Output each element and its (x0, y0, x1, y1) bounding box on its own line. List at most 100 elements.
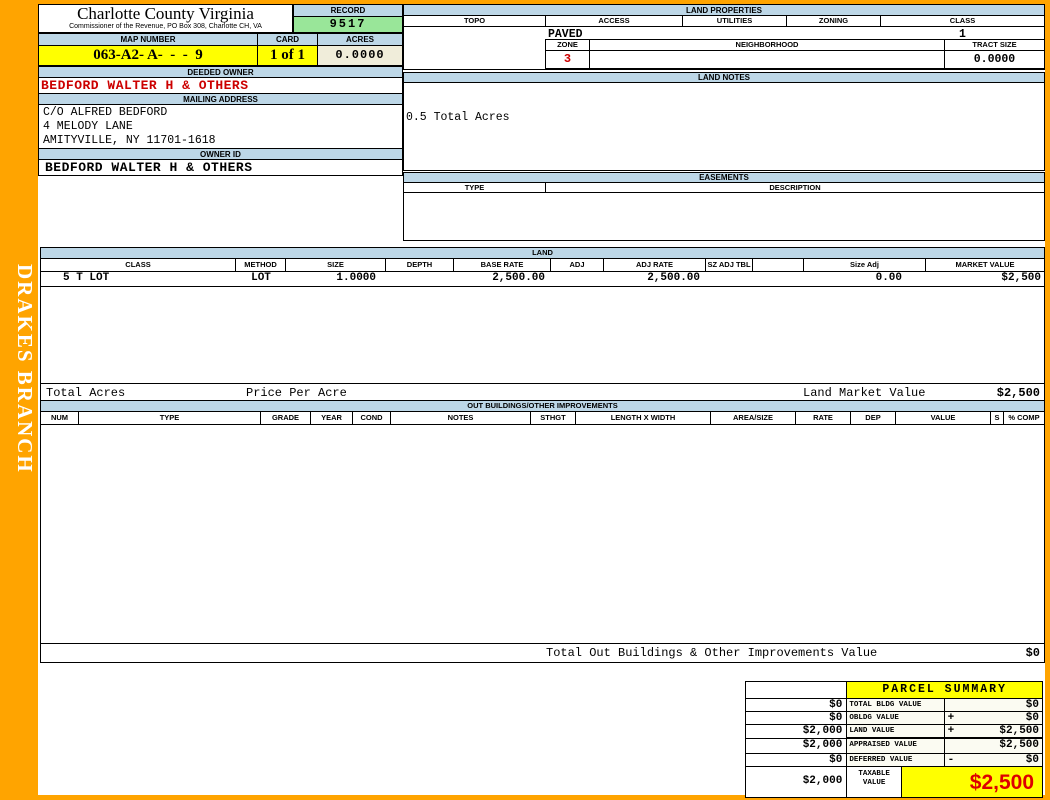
utilities-column-header: UTILITIES (683, 16, 787, 26)
tract-size-value: 0.0000 (945, 50, 1045, 69)
class-column-header: CLASS (949, 16, 976, 25)
owner-id-value: BEDFORD WALTER H & OTHERS (38, 159, 403, 176)
op: - (947, 754, 955, 766)
land-row-size-adj: 0.00 (875, 272, 902, 284)
land-row-sz-adj-tbl (706, 272, 753, 286)
out-buildings-totals-row: Total Out Buildings & Other Improvements… (41, 643, 1044, 662)
taxable-value-label: TAXABLE VALUE (847, 767, 902, 797)
land-row-base-rate: 2,500.00 (492, 272, 545, 284)
land-row-class: 5 T LOT (63, 272, 110, 284)
ob-col-grade: GRADE (261, 412, 311, 424)
deferred-value-label: DEFERRED VALUE (847, 754, 945, 767)
land-notes-box: 0.5 Total Acres (403, 82, 1045, 171)
neighborhood-value: 80ADrakes Branch (590, 50, 945, 69)
easement-description-column-header: DESCRIPTION (769, 183, 821, 192)
land-row-adj (551, 272, 604, 286)
op: + (947, 712, 955, 724)
ob-col-sthgt: STHGT (531, 412, 576, 424)
property-record-card: { "colors": { "accent_orange": "#FFA400"… (0, 0, 1050, 800)
address-line: AMITYVILLE, NY 11701-1618 (43, 134, 216, 147)
summary-header-blank-cell (746, 682, 848, 699)
total-bldg-value: $0 (1025, 699, 1039, 711)
ob-col-num: NUM (41, 412, 79, 424)
prev-total-bldg-value: $0 (746, 699, 848, 712)
land-col-adj-rate: ADJ RATE (604, 259, 706, 271)
land-col-depth: DEPTH (386, 259, 454, 271)
ob-col-cond: COND (353, 412, 391, 424)
prev-taxable-value: $2,000 (746, 767, 848, 797)
ob-col-notes: NOTES (391, 412, 531, 424)
address-line: 4 MELODY LANE (43, 120, 133, 133)
land-row-size: 1.0000 (336, 272, 376, 284)
zone-value: 3 (545, 50, 590, 69)
land-row-method: LOT (251, 272, 271, 284)
appraised-value-label: APPRAISED VALUE (847, 739, 945, 754)
zone-subtable: ZONE NEIGHBORHOOD TRACT SIZE 3 80ADrakes… (545, 39, 1045, 70)
land-col-method: METHOD (236, 259, 286, 271)
summary-row-total-bldg: $0 TOTAL BLDG VALUE $0 (746, 699, 1042, 712)
land-col-blank (753, 259, 804, 271)
land-row-depth (386, 272, 454, 286)
land-header-row: CLASS METHOD SIZE DEPTH BASE RATE ADJ AD… (41, 259, 1044, 272)
ob-col-s-value: VALUE (896, 412, 991, 424)
ob-col-pct-comp: % COMP (1008, 413, 1040, 422)
out-buildings-empty-area (41, 425, 1044, 643)
record-card-page: Charlotte County Virginia Commissioner o… (38, 4, 1045, 798)
out-buildings-total-label: Total Out Buildings & Other Improvements… (546, 646, 878, 660)
land-empty-area (41, 287, 1044, 383)
land-col-class: CLASS (41, 259, 236, 271)
county-title: Charlotte County Virginia (77, 4, 254, 23)
summary-row-appraised: $2,000 APPRAISED VALUE $2,500 (746, 739, 1042, 754)
land-market-value-total: $2,500 (996, 386, 1040, 400)
zoning-column-header: ZONING (787, 16, 881, 26)
easements-box (403, 192, 1045, 241)
prev-deferred-value: $0 (746, 754, 848, 767)
land-notes-text: 0.5 Total Acres (406, 111, 510, 124)
neighborhood-sidebar-label: DRAKES BRANCH (13, 264, 37, 474)
access-column-header: ACCESS (546, 16, 683, 26)
ob-col-dep: DEP (851, 412, 896, 424)
address-line: C/O ALFRED BEDFORD (43, 106, 168, 119)
ob-col-year: YEAR (311, 412, 353, 424)
land-market-value-label: Land Market Value (803, 386, 926, 400)
ob-col-rate: RATE (796, 412, 851, 424)
summary-row-land: $2,000 LAND VALUE + $2,500 (746, 725, 1042, 739)
deferred-value: $0 (1025, 754, 1039, 766)
out-buildings-section: OUT BUILDINGS/OTHER IMPROVEMENTS NUM TYP… (40, 400, 1045, 663)
commissioner-line: Commissioner of the Revenue, PO Box 308,… (69, 23, 262, 30)
obldg-value: $0 (1025, 712, 1039, 724)
easement-type-column-header: TYPE (404, 183, 546, 192)
land-value-label: LAND VALUE (847, 725, 945, 739)
prev-appraised-value: $2,000 (746, 739, 848, 754)
land-properties-section: LAND PROPERTIES TOPO ACCESS UTILITIES ZO… (403, 4, 1045, 244)
county-title-box: Charlotte County Virginia Commissioner o… (38, 4, 293, 33)
summary-row-obldg: $0 OBLDG VALUE + $0 (746, 712, 1042, 725)
parcel-summary-title: PARCEL SUMMARY (847, 682, 1042, 699)
parcel-summary-header-row: PARCEL SUMMARY (746, 682, 1042, 699)
land-col-base-rate: BASE RATE (454, 259, 551, 271)
ob-col-type: TYPE (79, 412, 261, 424)
record-value: 9517 (293, 16, 403, 33)
parcel-summary-table: PARCEL SUMMARY $0 TOTAL BLDG VALUE $0 $0… (745, 681, 1043, 798)
summary-row-taxable: $2,000 TAXABLE VALUE $2,500 (746, 767, 1042, 797)
price-per-acre-label: Price Per Acre (246, 386, 347, 400)
mailing-address-box: C/O ALFRED BEDFORD 4 MELODY LANE AMITYVI… (38, 104, 403, 149)
out-buildings-title: OUT BUILDINGS/OTHER IMPROVEMENTS (41, 401, 1044, 412)
appraised-value: $2,500 (999, 739, 1039, 751)
land-row-blank (753, 272, 804, 286)
land-value: $2,500 (999, 725, 1039, 737)
ob-col-area-size: AREA/SIZE (711, 412, 796, 424)
land-col-size: SIZE (286, 259, 386, 271)
land-title: LAND (41, 248, 1044, 259)
land-col-sz-adj-tbl: SZ ADJ TBL (706, 259, 753, 271)
obldg-value-label: OBLDG VALUE (847, 712, 945, 725)
map-number-value: 063-A2- A- - - 9 (38, 45, 258, 66)
land-row-market-value: $2,500 (1001, 272, 1041, 284)
total-bldg-value-label: TOTAL BLDG VALUE (847, 699, 945, 712)
total-acres-label: Total Acres (46, 386, 126, 400)
card-value: 1 of 1 (257, 45, 318, 66)
land-col-size-adj: Size Adj (804, 259, 926, 271)
op: + (947, 725, 955, 737)
ob-col-length-width: LENGTH X WIDTH (576, 412, 711, 424)
taxable-value: $2,500 (901, 767, 1042, 797)
